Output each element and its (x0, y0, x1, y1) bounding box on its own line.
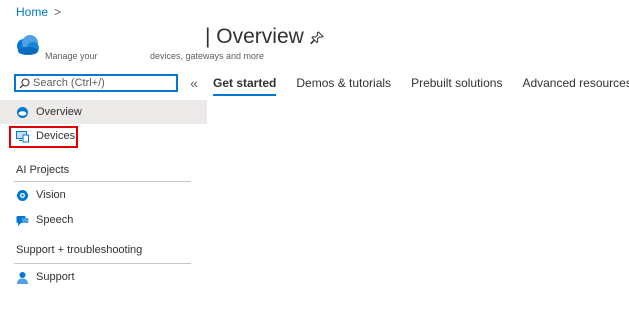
sidebar-item-speech[interactable]: Speech (0, 208, 207, 232)
page-header: | Overview Manage your devices, gateways… (14, 25, 614, 68)
cloud-icon (17, 35, 39, 55)
page-subtitle-prefix: Manage your (45, 51, 98, 61)
sidebar-item-support[interactable]: Support (0, 265, 207, 289)
tab-advanced-resources[interactable]: Advanced resources (522, 76, 629, 96)
sidebar-item-label: Support (36, 271, 75, 283)
sidebar-item-overview[interactable]: Overview (0, 100, 207, 124)
breadcrumb: Home > (16, 5, 61, 19)
tab-prebuilt-solutions[interactable]: Prebuilt solutions (411, 76, 502, 96)
pin-icon[interactable] (310, 31, 324, 45)
collapse-sidebar-button[interactable]: « (186, 75, 202, 91)
tab-demos-tutorials[interactable]: Demos & tutorials (296, 76, 391, 96)
devices-icon (16, 130, 29, 142)
section-header-support: Support + troubleshooting (16, 244, 143, 256)
sidebar-item-label: Vision (36, 189, 66, 201)
vision-icon (17, 189, 28, 201)
page-subtitle: devices, gateways and more (150, 51, 265, 61)
sidebar-item-devices[interactable]: Devices (0, 124, 207, 148)
section-header-ai-projects: AI Projects (16, 164, 70, 176)
breadcrumb-home-link[interactable]: Home (16, 5, 48, 19)
speech-icon (16, 215, 29, 226)
sidebar-item-label: Speech (36, 214, 74, 226)
tab-bar: Get started Demos & tutorials Prebuilt s… (213, 76, 629, 96)
sidebar-item-vision[interactable]: Vision (0, 183, 207, 207)
cloud-icon (17, 106, 28, 118)
search-icon (19, 78, 30, 88)
search-input[interactable] (30, 77, 173, 89)
page-title: | Overview (205, 25, 304, 48)
section-divider (14, 181, 191, 182)
search-box[interactable] (14, 74, 178, 92)
sidebar-item-label: Overview (36, 106, 82, 118)
sidebar: Overview Devices (0, 100, 207, 148)
support-icon (17, 271, 28, 284)
sidebar-item-label: Devices (36, 130, 76, 142)
section-divider (14, 263, 191, 264)
tab-get-started[interactable]: Get started (213, 76, 277, 96)
breadcrumb-separator: > (54, 5, 62, 19)
